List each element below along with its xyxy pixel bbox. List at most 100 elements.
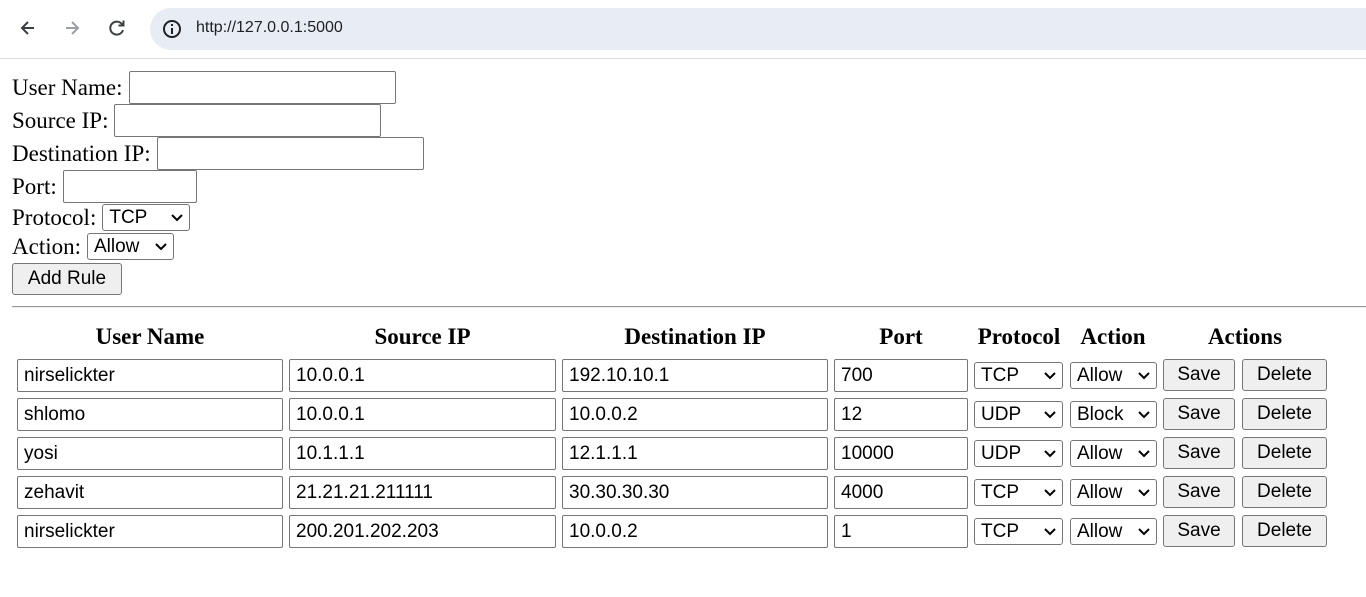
action-select[interactable]: Block — [1070, 401, 1157, 428]
action-value: Allow — [1077, 364, 1123, 386]
port-cell[interactable]: 1 — [834, 515, 968, 548]
protocol-value: TCP — [981, 481, 1019, 503]
user-name-cell[interactable]: zehavit — [17, 476, 283, 509]
info-icon[interactable] — [162, 19, 182, 39]
protocol-select[interactable]: UDP — [974, 401, 1063, 428]
action-select[interactable]: Allow — [1070, 440, 1157, 467]
action-select[interactable]: Allow — [87, 233, 174, 260]
header-user-name: User Name — [95, 324, 205, 349]
source-ip-cell[interactable]: 21.21.21.211111 — [289, 476, 556, 509]
action-select[interactable]: Allow — [1070, 518, 1157, 545]
user-name-cell[interactable]: shlomo — [17, 398, 283, 431]
port-value: 12 — [841, 403, 863, 425]
forward-button[interactable] — [58, 14, 86, 42]
browser-toolbar: http://127.0.0.1:5000 — [0, 0, 1366, 59]
protocol-select[interactable]: TCP — [974, 518, 1063, 545]
save-button[interactable]: Save — [1163, 515, 1235, 547]
user-name-label: User Name: — [12, 75, 123, 100]
destination-ip-value: 10.0.0.2 — [569, 403, 638, 425]
user-name-value: nirselickter — [24, 520, 115, 542]
action-row: Action: Allow — [12, 232, 424, 261]
protocol-select[interactable]: TCP — [974, 362, 1063, 389]
chevron-down-icon — [1138, 410, 1150, 418]
protocol-select[interactable]: UDP — [974, 440, 1063, 467]
header-port: Port — [879, 324, 923, 349]
chevron-down-icon — [1138, 488, 1150, 496]
protocol-value: TCP — [981, 520, 1019, 542]
destination-ip-cell[interactable]: 30.30.30.30 — [562, 476, 828, 509]
action-select[interactable]: Allow — [1070, 362, 1157, 389]
port-cell[interactable]: 12 — [834, 398, 968, 431]
back-button[interactable] — [14, 14, 42, 42]
add-rule-button[interactable]: Add Rule — [12, 262, 122, 295]
protocol-value: TCP — [981, 364, 1019, 386]
arrow-left-icon — [20, 21, 34, 35]
destination-ip-input[interactable] — [156, 137, 424, 170]
destination-ip-cell[interactable]: 10.0.0.2 — [562, 515, 828, 548]
destination-ip-label: Destination IP: — [12, 141, 151, 166]
save-button[interactable]: Save — [1163, 398, 1235, 430]
reload-button[interactable] — [103, 14, 131, 42]
action-select-value: Allow — [94, 236, 140, 257]
reload-icon — [109, 20, 125, 36]
header-actions: Actions — [1207, 324, 1283, 349]
destination-ip-row: Destination IP: — [12, 137, 424, 170]
header-action: Action — [1080, 324, 1146, 349]
protocol-value: UDP — [981, 403, 1022, 425]
delete-button[interactable]: Delete — [1242, 437, 1327, 469]
source-ip-value: 10.0.0.1 — [296, 364, 365, 386]
address-bar[interactable]: http://127.0.0.1:5000 — [150, 8, 1366, 50]
protocol-select[interactable]: TCP — [102, 204, 191, 231]
header-source-ip: Source IP — [374, 324, 471, 349]
source-ip-input[interactable] — [114, 104, 382, 137]
user-name-cell[interactable]: yosi — [17, 437, 283, 470]
protocol-row: Protocol: TCP — [12, 203, 424, 232]
action-value: Allow — [1077, 520, 1123, 542]
port-cell[interactable]: 4000 — [834, 476, 968, 509]
arrow-right-icon — [66, 21, 80, 35]
port-cell[interactable]: 700 — [834, 359, 968, 392]
divider — [12, 306, 1366, 308]
port-value: 10000 — [841, 442, 894, 464]
port-cell[interactable]: 10000 — [834, 437, 968, 470]
chevron-down-icon — [1044, 410, 1056, 418]
action-select[interactable]: Allow — [1070, 479, 1157, 506]
save-button[interactable]: Save — [1163, 437, 1235, 469]
delete-button[interactable]: Delete — [1242, 476, 1327, 508]
destination-ip-value: 30.30.30.30 — [569, 481, 670, 503]
user-name-cell[interactable]: nirselickter — [17, 359, 283, 392]
user-name-value: nirselickter — [24, 364, 115, 386]
save-button[interactable]: Save — [1163, 476, 1235, 508]
destination-ip-value: 192.10.10.1 — [569, 364, 670, 386]
chevron-down-icon — [1138, 527, 1150, 535]
delete-button[interactable]: Delete — [1242, 515, 1327, 547]
source-ip-cell[interactable]: 200.201.202.203 — [289, 515, 556, 548]
source-ip-row: Source IP: — [12, 104, 424, 137]
protocol-value: UDP — [981, 442, 1022, 464]
source-ip-value: 10.0.0.1 — [296, 403, 365, 425]
chevron-down-icon — [1138, 449, 1150, 457]
user-name-input[interactable] — [128, 71, 396, 104]
source-ip-value: 200.201.202.203 — [296, 520, 439, 542]
chevron-down-icon — [1044, 488, 1056, 496]
port-input[interactable] — [62, 170, 197, 203]
chevron-down-icon — [1044, 527, 1056, 535]
chevron-down-icon — [171, 213, 184, 221]
destination-ip-cell[interactable]: 12.1.1.1 — [562, 437, 828, 470]
protocol-select[interactable]: TCP — [974, 479, 1063, 506]
source-ip-label: Source IP: — [12, 108, 109, 133]
source-ip-cell[interactable]: 10.1.1.1 — [289, 437, 556, 470]
action-value: Allow — [1077, 442, 1123, 464]
source-ip-cell[interactable]: 10.0.0.1 — [289, 398, 556, 431]
add-rule-form: User Name: Source IP: Destination IP: Po… — [12, 71, 424, 295]
delete-button[interactable]: Delete — [1242, 359, 1327, 391]
destination-ip-value: 10.0.0.2 — [569, 520, 638, 542]
user-name-value: shlomo — [24, 403, 86, 425]
user-name-cell[interactable]: nirselickter — [17, 515, 283, 548]
destination-ip-cell[interactable]: 192.10.10.1 — [562, 359, 828, 392]
source-ip-cell[interactable]: 10.0.0.1 — [289, 359, 556, 392]
destination-ip-cell[interactable]: 10.0.0.2 — [562, 398, 828, 431]
delete-button[interactable]: Delete — [1242, 398, 1327, 430]
chevron-down-icon — [1138, 371, 1150, 379]
save-button[interactable]: Save — [1163, 359, 1235, 391]
